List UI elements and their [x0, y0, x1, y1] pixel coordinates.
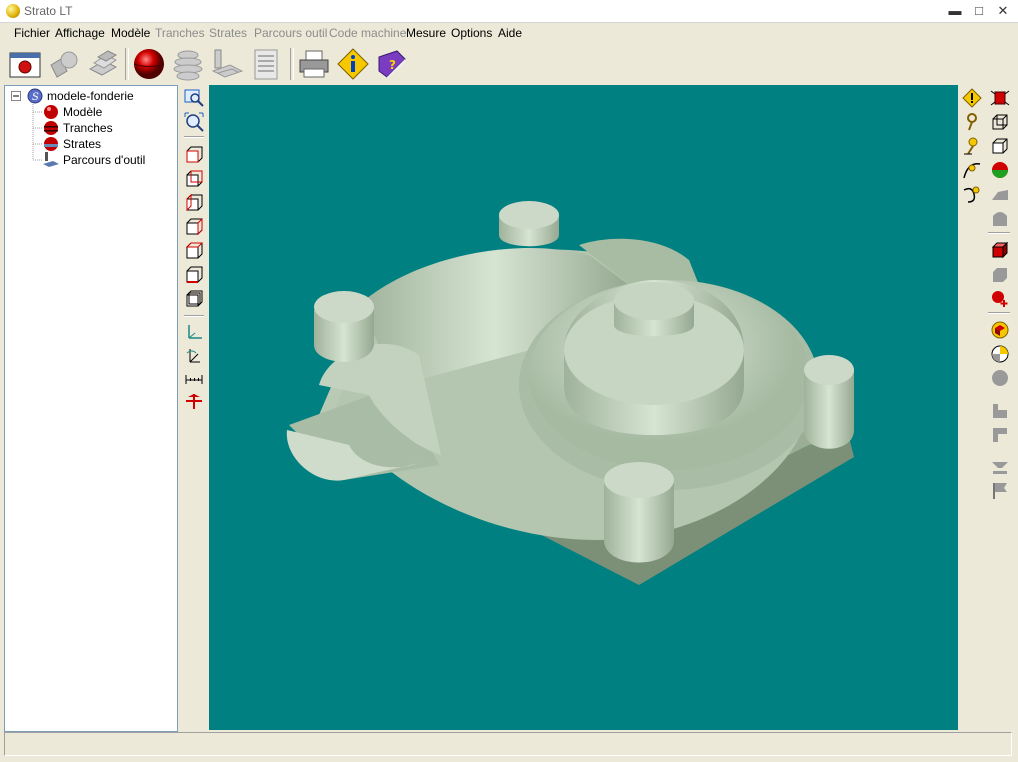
- toolbar-separator: [125, 48, 129, 80]
- flag-icon[interactable]: [990, 480, 1010, 500]
- lug-right-top: [804, 355, 854, 385]
- axes-icon[interactable]: [184, 322, 204, 342]
- view-iso-icon[interactable]: [184, 289, 204, 309]
- cylinder-cut-icon[interactable]: [990, 344, 1010, 364]
- toolbar-separator: [988, 312, 1010, 314]
- section-icon[interactable]: [184, 391, 204, 411]
- menu-options[interactable]: Options: [451, 26, 492, 40]
- zoom-window-icon[interactable]: [184, 88, 204, 108]
- funnel-icon[interactable]: [990, 456, 1010, 476]
- layers-icon[interactable]: [86, 47, 120, 81]
- step-down-icon[interactable]: [990, 424, 1010, 444]
- bug-icon[interactable]: [990, 88, 1010, 108]
- gcode-sheet-icon[interactable]: [249, 47, 283, 81]
- main-toolbar: ?: [0, 44, 1018, 84]
- printer-icon[interactable]: [297, 47, 331, 81]
- red-sphere-icon: [44, 105, 58, 119]
- surface-icon[interactable]: [990, 184, 1010, 204]
- model-tree: S modele-fonderie Modèle Tranches Strate…: [4, 85, 178, 732]
- curve-select-icon[interactable]: [962, 184, 982, 204]
- 3d-viewport[interactable]: [209, 85, 958, 730]
- maximize-button[interactable]: □: [970, 3, 988, 19]
- box-icon[interactable]: [990, 136, 1010, 156]
- view-right-icon[interactable]: [184, 217, 204, 237]
- title-bar: Strato LT ▬ □ ✕: [0, 0, 1018, 23]
- zoom-fit-icon[interactable]: [184, 112, 204, 132]
- info-icon[interactable]: [336, 47, 370, 81]
- toolbar-separator: [184, 136, 204, 138]
- key-icon[interactable]: [962, 112, 982, 132]
- axes-rotate-icon[interactable]: [184, 345, 204, 365]
- red-sphere-icon[interactable]: [132, 47, 166, 81]
- menu-strates[interactable]: Strates: [209, 26, 247, 40]
- menu-modele[interactable]: Modèle: [111, 26, 150, 40]
- app-logo-icon: [6, 4, 20, 18]
- toolpath-icon: [43, 152, 59, 167]
- key-move-icon[interactable]: [962, 136, 982, 156]
- menu-code-machine[interactable]: Code machine: [329, 26, 406, 40]
- view-top-icon[interactable]: [184, 241, 204, 261]
- warning-icon[interactable]: [962, 88, 982, 108]
- strata-sphere-icon: [44, 137, 58, 151]
- menu-fichier[interactable]: Fichier: [14, 26, 50, 40]
- tree-root-label: modele-fonderie: [47, 89, 134, 103]
- tools-panel: [958, 85, 1018, 730]
- flat-box-icon[interactable]: [990, 264, 1010, 284]
- toolbar-separator: [290, 48, 294, 80]
- menu-mesure[interactable]: Mesure: [406, 26, 446, 40]
- menu-aide[interactable]: Aide: [498, 26, 522, 40]
- view-left-icon[interactable]: [184, 193, 204, 213]
- view-toolbar: [180, 85, 208, 730]
- status-bar: [4, 732, 1012, 756]
- cube-cut-icon[interactable]: [990, 320, 1010, 340]
- view-back-icon[interactable]: [184, 169, 204, 189]
- view-front-icon[interactable]: [184, 145, 204, 165]
- help-book-icon[interactable]: ?: [375, 47, 409, 81]
- tree-lines: [32, 104, 43, 161]
- shapes-icon[interactable]: [47, 47, 81, 81]
- disc-icon[interactable]: [990, 368, 1010, 388]
- measure-icon[interactable]: [184, 368, 204, 388]
- menu-parcours-outil[interactable]: Parcours outil: [254, 26, 327, 40]
- wireframe-icon[interactable]: [990, 112, 1010, 132]
- red-cube-icon[interactable]: [990, 240, 1010, 260]
- view-bottom-icon[interactable]: [184, 265, 204, 285]
- toolbar-separator: [988, 232, 1010, 234]
- sliced-sphere-icon: [44, 121, 58, 135]
- menu-bar: Fichier Affichage Modèle Tranches Strate…: [0, 23, 1018, 43]
- slices-icon[interactable]: [171, 47, 205, 81]
- menu-tranches[interactable]: Tranches: [155, 26, 205, 40]
- dome-icon[interactable]: [990, 208, 1010, 228]
- close-button[interactable]: ✕: [994, 3, 1012, 19]
- curve-icon[interactable]: [962, 160, 982, 180]
- foundry-part-model[interactable]: [209, 85, 958, 730]
- svg-text:?: ?: [389, 58, 396, 72]
- lug-left-top: [314, 291, 374, 323]
- open-window-icon[interactable]: [8, 47, 42, 81]
- lug-front-top: [604, 462, 674, 498]
- toolpath-icon[interactable]: [210, 47, 244, 81]
- step-icon[interactable]: [990, 400, 1010, 420]
- window-title: Strato LT: [24, 4, 73, 18]
- lug-back-top: [499, 201, 559, 229]
- toolbar-separator: [184, 315, 204, 317]
- add-point-icon[interactable]: [990, 288, 1010, 308]
- minimize-button[interactable]: ▬: [946, 3, 964, 19]
- shaded-sphere-icon[interactable]: [990, 160, 1010, 180]
- menu-affichage[interactable]: Affichage: [55, 26, 105, 40]
- boss-top: [614, 282, 694, 320]
